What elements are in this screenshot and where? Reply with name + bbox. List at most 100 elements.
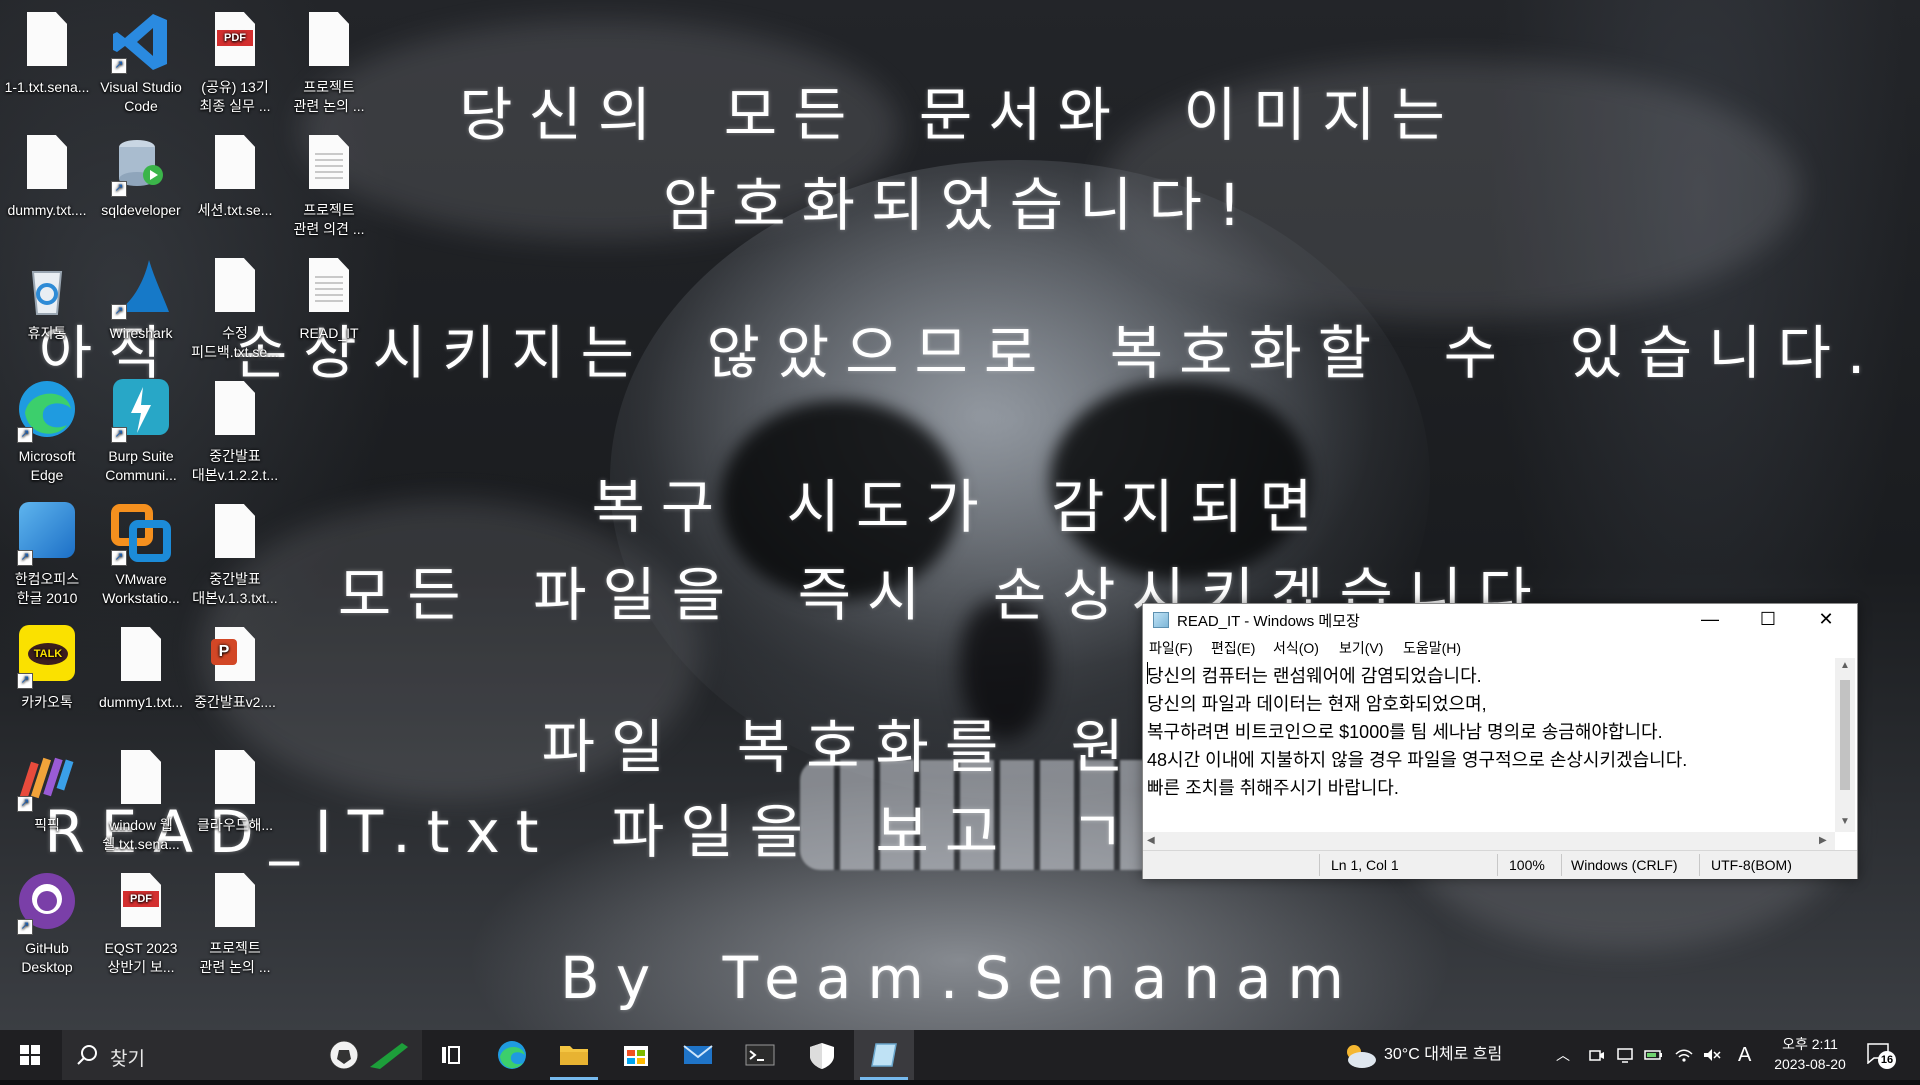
notepad-menubar: 파일(F) 편집(E) 서식(O) 보기(V) 도움말(H) [1143,634,1857,658]
weather-cloudy-icon [1347,1045,1376,1068]
desktop-icon-script-v13[interactable]: 중간발표 대본v.1.3.txt... [188,496,282,608]
zoom-level: 100% [1509,857,1545,873]
github-desktop-icon: ↗ [15,871,79,935]
notepad-icon [1153,612,1169,628]
desktop-icon-picpick[interactable]: ↗ 픽픽 [0,742,94,854]
kakaotalk-icon: TALK ↗ [15,625,79,689]
desktop-icon-microsoft-edge[interactable]: ↗ Microsoft Edge [0,373,94,485]
desktop-icon-script-v122[interactable]: 중간발표 대본v.1.2.2.t... [188,373,282,485]
wifi-icon[interactable] [1674,1046,1694,1064]
desktop-icon-presentation-v2[interactable]: P 중간발표v2.... [188,619,282,731]
desktop-icon-feedback-txt[interactable]: 수정 피드백.txt.se... [188,250,282,362]
speaker-muted-icon[interactable] [1702,1046,1722,1064]
start-button[interactable] [0,1030,60,1080]
desktop-icon-dummy1-txt[interactable]: dummy1.txt... [94,619,188,731]
menu-file[interactable]: 파일(F) [1149,638,1193,658]
clock-date: 2023-08-20 [1774,1056,1846,1072]
text-file-icon [15,10,79,74]
text-file-icon [109,625,173,689]
desktop-icon-vscode[interactable]: ↗ Visual Studio Code [94,4,188,116]
pdf-file-icon: PDF [203,10,267,74]
taskbar-terminal[interactable] [730,1030,790,1080]
desktop-icon-project-discussion-2[interactable]: 프로젝트 관련 논의 ... [188,865,282,977]
windows-logo-icon [20,1045,40,1065]
desktop-icon-dummy-txt[interactable]: dummy.txt.... [0,127,94,239]
desktop-icon-cloud-hacking[interactable]: 클라우드해... [188,742,282,854]
text-line: 당신의 파일과 데이터는 현재 암호화되었으며, [1147,694,1487,714]
text-file-icon [297,10,361,74]
desktop-icon-wireshark[interactable]: ↗ Wireshark [94,250,188,362]
desktop-icon-session-txt[interactable]: 세션.txt.se... [188,127,282,239]
edge-icon: ↗ [15,379,79,443]
desktop-icon-recycle-bin[interactable]: 휴지통 [0,250,94,362]
scroll-up-arrow-icon[interactable]: ▲ [1840,660,1850,671]
terminal-icon [745,1044,775,1066]
desktop-icon-burp-suite[interactable]: ↗ Burp Suite Communi... [94,373,188,485]
camera-icon[interactable] [1588,1046,1606,1064]
line-ending: Windows (CRLF) [1571,857,1678,873]
clock[interactable]: 오후 2:11 2023-08-20 [1768,1034,1852,1074]
desktop-icon-kakaotalk[interactable]: TALK ↗ 카카오톡 [0,619,94,731]
close-button[interactable]: ✕ [1797,604,1855,634]
battery-icon[interactable] [1644,1046,1664,1064]
text-line: 복구하려면 비트코인으로 $1000를 팀 세나남 명의로 송금해야합니다. [1147,722,1663,742]
desktop-icon-window-webshell[interactable]: window 웹 쉘.txt.sena... [94,742,188,854]
taskbar-mail[interactable] [668,1030,728,1080]
notepad-window[interactable]: READ_IT - Windows 메모장 — ☐ ✕ 파일(F) 편집(E) … [1142,603,1858,879]
mail-icon [683,1045,713,1064]
notepad-icon [871,1043,897,1067]
task-view-button[interactable] [420,1030,480,1080]
scroll-right-arrow-icon[interactable]: ▶ [1819,835,1827,846]
desktop-icon-eqst-pdf[interactable]: PDF EQST 2023 상반기 보... [94,865,188,977]
text-file-icon [297,133,361,197]
hancom-office-icon: ↗ [15,502,79,566]
weather-status[interactable]: 30°C 대체로 흐림 [1384,1030,1502,1080]
menu-view[interactable]: 보기(V) [1339,638,1383,658]
notification-center-button[interactable]: 16 [1866,1042,1896,1069]
horizontal-scrollbar[interactable]: ◀ ▶ [1143,832,1835,850]
taskbar-microsoft-store[interactable] [606,1030,666,1080]
menu-edit[interactable]: 편집(E) [1211,638,1255,658]
search-highlight-soccer-icon [329,1040,408,1070]
scroll-down-arrow-icon[interactable]: ▼ [1840,816,1850,827]
sqldeveloper-icon: ↗ [109,133,173,197]
scroll-left-arrow-icon[interactable]: ◀ [1147,835,1155,846]
chevron-up-icon[interactable]: ︿ [1556,1030,1570,1080]
ime-indicator[interactable]: A [1738,1030,1751,1080]
clock-time: 오후 2:11 [1782,1036,1838,1052]
desktop-icon-project-opinion[interactable]: 프로젝트 관련 의견 ... [282,127,376,239]
notepad-text-area[interactable]: 당신의 컴퓨터는 랜섬웨어에 감염되었습니다. 당신의 파일과 데이터는 현재 … [1143,658,1835,832]
ransom-signature: By Team.Senanam [560,944,1360,1012]
text-line: 당신의 컴퓨터는 랜섬웨어에 감염되었습니다. [1147,666,1482,686]
desktop-icon-github-desktop[interactable]: ↗ GitHub Desktop [0,865,94,977]
minimize-button[interactable]: — [1681,604,1739,634]
search-icon [77,1045,97,1065]
desktop-icon-shared-pdf[interactable]: PDF (공유) 13기 최종 실무 ... [188,4,282,116]
burp-suite-icon: ↗ [109,379,173,443]
folder-icon [560,1046,588,1065]
taskbar-search-box[interactable]: 찾기 [62,1030,422,1080]
store-icon [624,1046,648,1066]
display-icon[interactable] [1616,1046,1634,1064]
menu-format[interactable]: 서식(O) [1273,638,1319,658]
desktop-icon-project-discussion[interactable]: 프로젝트 관련 논의 ... [282,4,376,116]
menu-help[interactable]: 도움말(H) [1403,638,1461,658]
vertical-scrollbar[interactable]: ▲ ▼ [1835,658,1855,832]
text-file-icon [109,748,173,812]
notepad-titlebar[interactable]: READ_IT - Windows 메모장 — ☐ ✕ [1143,604,1857,634]
desktop-icon-hancom-office[interactable]: ↗ 한컴오피스 한글 2010 [0,496,94,608]
taskbar-notepad[interactable] [854,1030,914,1080]
desktop-icon-sqldeveloper[interactable]: ↗ sqldeveloper [94,127,188,239]
desktop-icon-read-it[interactable]: READ_IT [282,250,376,362]
text-file-icon [203,256,267,320]
taskbar-security[interactable] [792,1030,852,1080]
text-file-icon [203,133,267,197]
desktop-icon-1-1-txt[interactable]: 1-1.txt.sena... [0,4,94,116]
text-file-icon [203,502,267,566]
scrollbar-thumb[interactable] [1840,680,1850,790]
text-line: 48시간 이내에 지불하지 않을 경우 파일을 영구적으로 손상시키겠습니다. [1147,750,1688,770]
taskbar-file-explorer[interactable] [544,1030,604,1080]
desktop-icon-vmware[interactable]: ↗ VMware Workstatio... [94,496,188,608]
maximize-button[interactable]: ☐ [1739,604,1797,634]
taskbar-edge[interactable] [482,1030,542,1080]
